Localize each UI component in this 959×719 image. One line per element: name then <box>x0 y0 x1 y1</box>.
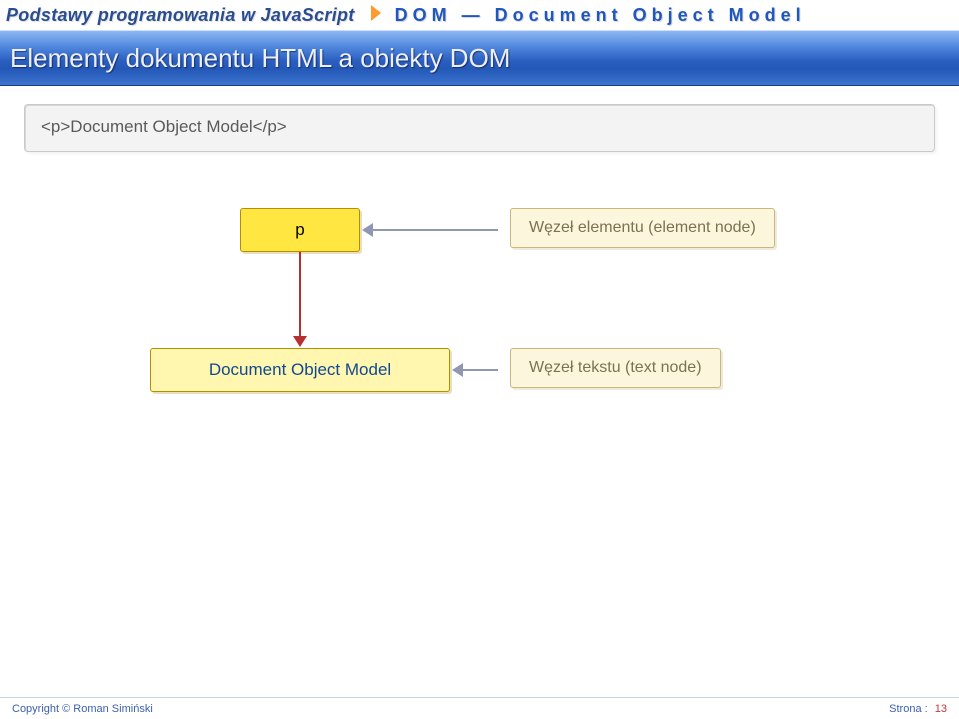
course-title: Podstawy programowania w JavaScript <box>6 5 355 26</box>
slide-footer: Copyright © Roman Simiński Strona : 13 <box>0 697 959 719</box>
top-line: Podstawy programowania w JavaScript DOM … <box>0 0 959 30</box>
node-element-p: p <box>240 208 360 252</box>
slide-title: Elementy dokumentu HTML a obiekty DOM <box>10 43 510 74</box>
page-label: Strona : <box>889 703 928 715</box>
page-indicator: Strona : 13 <box>889 703 947 715</box>
separator-arrow-icon <box>371 5 383 26</box>
label-text-node: Węzeł tekstu (text node) <box>510 348 721 388</box>
label-element-node: Węzeł elementu (element node) <box>510 208 775 248</box>
arrow-left-icon <box>362 223 373 237</box>
banner: Elementy dokumentu HTML a obiekty DOM <box>0 30 959 86</box>
dom-diagram: p Document Object Model Węzeł elementu (… <box>0 168 959 468</box>
page-number: 13 <box>935 703 947 715</box>
arrow-down-icon <box>293 336 307 347</box>
arrow-left-icon <box>452 363 463 377</box>
code-snippet-text: <p>Document Object Model</p> <box>41 117 918 137</box>
connector-horizontal-1 <box>372 229 498 231</box>
copyright-text: Copyright © Roman Simiński <box>12 703 153 715</box>
code-snippet-box: <p>Document Object Model</p> <box>24 104 935 152</box>
connector-vertical <box>299 252 301 338</box>
slide-header: Podstawy programowania w JavaScript DOM … <box>0 0 959 86</box>
node-text-content: Document Object Model <box>150 348 450 392</box>
topic-title: DOM — Document Object Model <box>395 5 806 26</box>
connector-horizontal-2 <box>462 369 498 371</box>
